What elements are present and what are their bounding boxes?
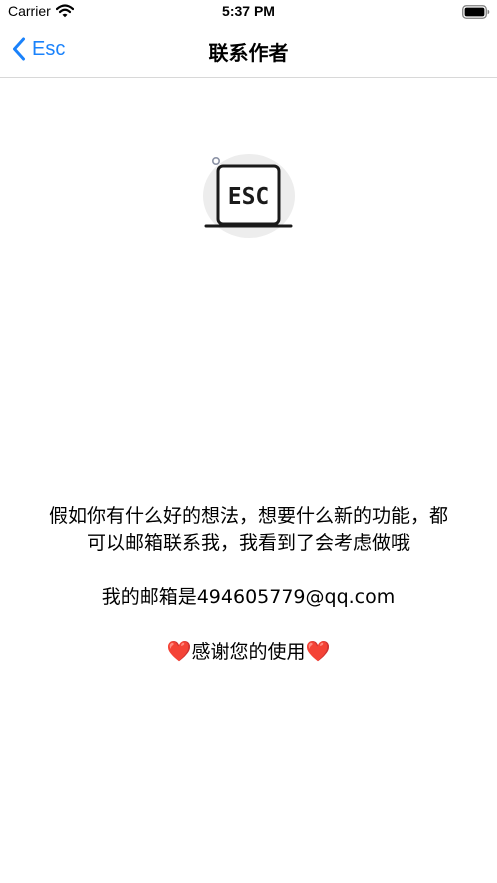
heart-icon: ❤️ (305, 639, 331, 663)
contact-message: 假如你有什么好的想法，想要什么新的功能，都 可以邮箱联系我，我看到了会考虑做哦 … (20, 503, 477, 666)
page-title: 联系作者 (208, 41, 289, 65)
heart-icon: ❤️ (166, 639, 192, 663)
thanks-line: ❤️感谢您的使用❤️ (20, 638, 477, 666)
email-line: 我的邮箱是494605779@qq.com (101, 586, 396, 608)
logo-text: ESC (228, 184, 270, 210)
app-logo: ESC (198, 152, 298, 242)
laptop-esc-logo-icon: ESC (203, 154, 295, 238)
message-line-1: 假如你有什么好的想法，想要什么新的功能，都 (48, 505, 448, 527)
thanks-text: 感谢您的使用 (191, 641, 306, 663)
navigation-bar: Esc 联系作者 (0, 24, 497, 78)
status-time: 5:37 PM (222, 3, 275, 19)
status-bar: Carrier 5:37 PM (0, 0, 497, 24)
message-line-2: 可以邮箱联系我，我看到了会考虑做哦 (86, 532, 410, 554)
battery-icon (462, 5, 490, 19)
